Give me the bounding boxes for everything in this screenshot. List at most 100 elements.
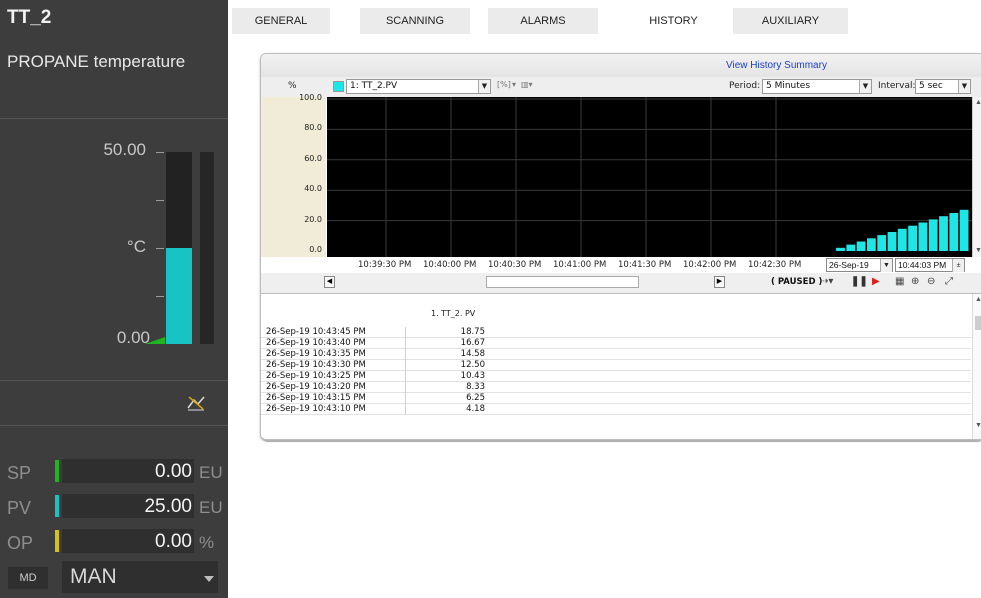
scroll-thumb[interactable] bbox=[486, 276, 639, 288]
range-high-label: 50.00 bbox=[103, 140, 146, 159]
view-history-summary-link[interactable]: View History Summary bbox=[726, 60, 827, 71]
scroll-down-icon[interactable]: ▼ bbox=[975, 247, 981, 254]
bar bbox=[897, 228, 907, 251]
table-row[interactable]: 26-Sep-19 10:43:45 PM 18.75 bbox=[261, 327, 971, 338]
bar bbox=[877, 235, 887, 251]
chart-horizontal-scrollbar[interactable]: ◀ ▶ ( PAUSED ) ⇢▾ ❚❚ ▶ ▦ ⊕ ⊖ ⤢ bbox=[261, 273, 981, 293]
chart-vertical-scrollbar[interactable]: ▲ ▼ bbox=[972, 97, 981, 257]
scroll-up-icon[interactable]: ▲ bbox=[975, 296, 981, 303]
bar bbox=[836, 247, 845, 251]
step-icon[interactable]: ⇢▾ bbox=[820, 276, 833, 287]
period-select[interactable]: 5 Minutes ▼ bbox=[762, 79, 872, 94]
unit-toggle-button[interactable]: [%] bbox=[497, 80, 511, 89]
series-color-swatch bbox=[333, 81, 344, 92]
sp-value: 0.00 bbox=[155, 461, 192, 482]
row-value: 8.33 bbox=[466, 382, 485, 392]
row-timestamp: 26-Sep-19 10:43:10 PM bbox=[266, 404, 406, 415]
scroll-up-icon[interactable]: ▲ bbox=[975, 99, 981, 106]
play-icon[interactable]: ▶ bbox=[872, 276, 880, 287]
chevron-down-icon[interactable] bbox=[204, 576, 214, 582]
scale-tick bbox=[156, 152, 164, 153]
point-tag: TT_2 bbox=[7, 7, 52, 28]
sp-color-strip bbox=[55, 460, 59, 482]
history-panel: View History Summary % 1: TT_2.PV ▼ [%] … bbox=[260, 53, 981, 440]
bar bbox=[908, 225, 917, 251]
spinner-icon[interactable]: ± bbox=[952, 259, 964, 272]
table-row[interactable]: 26-Sep-19 10:43:10 PM 4.18 bbox=[261, 404, 971, 415]
table-row[interactable]: 26-Sep-19 10:43:40 PM 16.67 bbox=[261, 338, 971, 349]
row-value: 12.50 bbox=[460, 360, 485, 370]
scroll-left-icon[interactable]: ◀ bbox=[324, 276, 335, 288]
period-select-value: 5 Minutes bbox=[766, 81, 811, 91]
bar bbox=[887, 232, 897, 251]
x-tick-label: 10:41:30 PM bbox=[618, 260, 672, 270]
chevron-down-icon[interactable]: ▼ bbox=[880, 259, 892, 272]
x-tick-label: 10:42:30 PM bbox=[748, 260, 802, 270]
tab-bar: GENERAL SCANNING ALARMS HISTORY AUXILIAR… bbox=[228, 0, 981, 40]
trend-plot[interactable] bbox=[327, 97, 972, 257]
table-row[interactable]: 26-Sep-19 10:43:35 PM 14.58 bbox=[261, 349, 971, 360]
sp-label: SP bbox=[7, 463, 32, 483]
tab-scanning[interactable]: SCANNING bbox=[360, 8, 470, 34]
tab-alarms[interactable]: ALARMS bbox=[488, 8, 598, 34]
x-tick-label: 10:39:30 PM bbox=[358, 260, 412, 270]
trend-icon[interactable] bbox=[186, 394, 206, 412]
op-value: 0.00 bbox=[155, 531, 192, 552]
app-root: TT_2 PROPANE temperature 50.00 °C 0.00 S… bbox=[0, 0, 981, 598]
copy-icon[interactable]: ▦ bbox=[895, 276, 904, 287]
zoom-in-icon[interactable]: ⊕ bbox=[911, 276, 919, 287]
chevron-down-icon[interactable]: ▼ bbox=[478, 80, 490, 93]
units-label: °C bbox=[126, 237, 146, 256]
y-tick-label: 80.0 bbox=[304, 123, 322, 133]
row-value: 10.43 bbox=[460, 371, 485, 381]
pause-icon[interactable]: ❚❚ bbox=[851, 276, 868, 287]
bar bbox=[867, 238, 876, 251]
pv-value: 25.00 bbox=[144, 496, 192, 517]
summary-bar: View History Summary bbox=[261, 54, 981, 77]
point-description: PROPANE temperature bbox=[7, 52, 186, 71]
interval-select[interactable]: 5 sec ▼ bbox=[915, 79, 971, 94]
zoom-out-icon[interactable]: ⊖ bbox=[927, 276, 935, 287]
divider bbox=[0, 425, 228, 426]
tab-general[interactable]: GENERAL bbox=[232, 8, 330, 34]
series-select[interactable]: 1: TT_2.PV ▼ bbox=[346, 79, 491, 94]
mode-value: MAN bbox=[70, 565, 117, 588]
row-timestamp: 26-Sep-19 10:43:45 PM bbox=[266, 327, 406, 338]
interval-select-value: 5 sec bbox=[919, 81, 943, 91]
time-value: 10:44:03 PM bbox=[898, 260, 947, 270]
row-value: 14.58 bbox=[460, 349, 485, 359]
time-spinner[interactable]: 10:44:03 PM ± bbox=[895, 258, 965, 272]
table-vertical-scrollbar[interactable]: ▲ ▼ bbox=[972, 294, 981, 439]
table-row[interactable]: 26-Sep-19 10:43:20 PM 8.33 bbox=[261, 382, 971, 393]
tab-history[interactable]: HISTORY bbox=[616, 8, 731, 34]
table-row[interactable]: 26-Sep-19 10:43:30 PM 12.50 bbox=[261, 360, 971, 371]
table-row[interactable]: 26-Sep-19 10:43:15 PM 6.25 bbox=[261, 393, 971, 404]
row-timestamp: 26-Sep-19 10:43:40 PM bbox=[266, 338, 406, 349]
scroll-down-icon[interactable]: ▼ bbox=[975, 422, 981, 429]
chevron-down-icon[interactable]: ▼ bbox=[859, 80, 871, 93]
y-axis: 100.0 80.0 60.0 40.0 20.0 0.0 bbox=[261, 93, 326, 257]
tab-auxiliary[interactable]: AUXILIARY bbox=[733, 8, 848, 34]
history-table: 1. TT_2. PV 26-Sep-19 10:43:45 PM 18.75 26… bbox=[261, 293, 981, 439]
row-timestamp: 26-Sep-19 10:43:25 PM bbox=[266, 371, 406, 382]
x-tick-label: 10:42:00 PM bbox=[683, 260, 737, 270]
table-row[interactable]: 26-Sep-19 10:43:25 PM 10.43 bbox=[261, 371, 971, 382]
op-color-strip bbox=[55, 530, 59, 552]
chevron-down-icon[interactable]: ▼ bbox=[958, 80, 970, 93]
scroll-thumb[interactable] bbox=[975, 316, 981, 330]
y-tick-label: 20.0 bbox=[304, 214, 322, 224]
column-header: 1. TT_2. PV bbox=[431, 309, 476, 318]
paused-status: ( PAUSED ) bbox=[771, 277, 823, 287]
zoom-reset-icon[interactable]: ⤢ bbox=[945, 276, 953, 287]
date-picker[interactable]: 26-Sep-19 ▼ bbox=[826, 258, 893, 272]
chart-type-icon[interactable]: ▥▾ bbox=[521, 80, 533, 89]
bar bbox=[949, 213, 959, 251]
date-value: 26-Sep-19 bbox=[829, 260, 869, 270]
chevron-down-icon[interactable]: ▾ bbox=[512, 80, 516, 89]
bar bbox=[846, 244, 856, 251]
bar bbox=[939, 216, 948, 251]
row-value: 16.67 bbox=[460, 338, 485, 348]
y-tick-label: 100.0 bbox=[299, 93, 322, 102]
bar bbox=[856, 241, 866, 251]
scroll-right-icon[interactable]: ▶ bbox=[714, 276, 725, 288]
